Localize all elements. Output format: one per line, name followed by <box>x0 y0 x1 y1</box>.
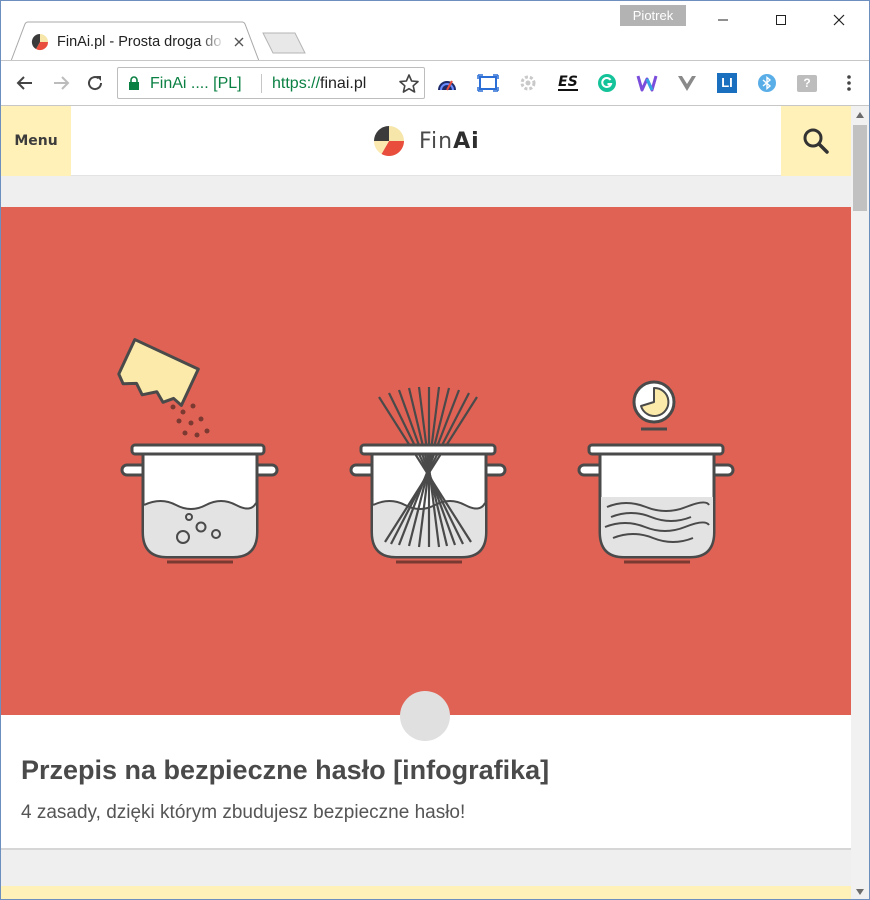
grammarly-icon <box>598 74 616 92</box>
triangle-down-icon <box>856 889 864 895</box>
triangle-up-icon <box>856 112 864 118</box>
scroll-thumb[interactable] <box>853 125 867 211</box>
author-avatar[interactable] <box>400 691 450 741</box>
post-title[interactable]: Przepis na bezpieczne hasło [infografika… <box>21 755 549 786</box>
scroll-down-button[interactable] <box>851 885 869 899</box>
back-button[interactable] <box>11 69 39 97</box>
finai-favicon-icon <box>31 33 49 51</box>
screenshot-extension-button[interactable] <box>476 71 500 95</box>
logo-text-ai: Ai <box>453 128 480 154</box>
post-excerpt: 4 zasady, dzięki którym zbudujesz bezpie… <box>21 802 466 823</box>
logo-text: FinAi <box>419 129 480 154</box>
screenshot-icon <box>477 74 499 92</box>
vue-devtools-icon <box>678 76 696 91</box>
es-extension-button[interactable]: ES <box>556 71 580 95</box>
browser-tab[interactable]: FinAi.pl - Prosta droga do <box>11 21 259 61</box>
help-icon: ? <box>797 74 817 92</box>
address-bar[interactable]: FinAi .... [PL] https://finai.pl <box>117 67 425 99</box>
bluetooth-extension-button[interactable] <box>755 71 779 95</box>
close-icon <box>833 14 845 26</box>
wappalyzer-icon <box>636 75 658 92</box>
settings-extension-button[interactable] <box>516 71 540 95</box>
arrow-right-icon <box>54 76 70 90</box>
gear-icon <box>520 75 536 91</box>
page-viewport: Menu FinAi Przepis na bezpieczne hasło [… <box>1 106 851 899</box>
title-bar: Piotrek FinAi.pl - Prosta droga do <box>1 1 869 61</box>
tab-close-button[interactable] <box>230 33 248 51</box>
finai-logo-icon <box>374 126 404 157</box>
pot-with-timer <box>577 380 735 564</box>
speedtest-icon <box>438 80 456 91</box>
forward-button[interactable] <box>47 69 75 97</box>
minimize-icon <box>718 19 728 21</box>
help-extension-button[interactable]: ? <box>795 71 819 95</box>
scroll-up-button[interactable] <box>851 108 869 122</box>
wappalyzer-extension-button[interactable] <box>635 71 659 95</box>
es-icon: ES <box>558 74 578 91</box>
search-button[interactable] <box>781 106 851 176</box>
maximize-button[interactable] <box>753 3 809 37</box>
pot-with-pasta-box <box>117 338 279 564</box>
close-icon <box>234 37 244 47</box>
linkedin-icon: LI <box>717 73 737 93</box>
reload-icon <box>88 76 103 91</box>
lock-icon <box>129 76 139 90</box>
new-tab-button[interactable] <box>261 31 307 55</box>
reload-button[interactable] <box>81 69 109 97</box>
speedtest-extension-button[interactable] <box>435 71 459 95</box>
url-scheme: https:// <box>272 75 321 92</box>
maximize-icon <box>776 15 786 25</box>
omnibox-divider <box>261 74 262 93</box>
bluetooth-icon <box>758 74 776 92</box>
search-icon <box>803 128 829 154</box>
bookmark-star-icon[interactable] <box>398 73 420 95</box>
more-vertical-icon <box>847 75 851 91</box>
arrow-left-icon <box>16 76 32 90</box>
tab-title: FinAi.pl - Prosta droga do <box>57 34 222 50</box>
post-card[interactable]: Przepis na bezpieczne hasło [infografika… <box>1 207 851 848</box>
browser-window: Piotrek FinAi.pl - Prosta droga do FinAi… <box>0 0 870 900</box>
site-identity-label[interactable]: FinAi .... [PL] <box>150 74 242 94</box>
browser-toolbar: FinAi .... [PL] https://finai.pl ES LI ? <box>1 60 869 106</box>
minimize-button[interactable] <box>695 3 751 37</box>
post-hero-image[interactable] <box>1 207 851 715</box>
window-close-button[interactable] <box>811 3 867 37</box>
menu-button[interactable]: Menu <box>1 106 71 176</box>
cooking-pots-illustration <box>117 338 735 564</box>
grammarly-extension-button[interactable] <box>595 71 619 95</box>
site-logo[interactable]: FinAi <box>373 124 480 158</box>
profile-badge[interactable]: Piotrek <box>620 5 686 26</box>
site-header: Menu FinAi <box>1 106 851 176</box>
linkedin-extension-button[interactable]: LI <box>715 71 739 95</box>
page-scrollbar[interactable] <box>851 106 869 899</box>
pot-with-spaghetti <box>349 386 507 564</box>
browser-menu-button[interactable] <box>837 71 861 95</box>
vue-devtools-extension-button[interactable] <box>675 71 699 95</box>
url-host: finai.pl <box>320 75 367 92</box>
next-post-card[interactable] <box>1 886 851 899</box>
logo-text-fin: Fin <box>419 128 454 154</box>
url-text[interactable]: https://finai.pl <box>272 74 366 94</box>
